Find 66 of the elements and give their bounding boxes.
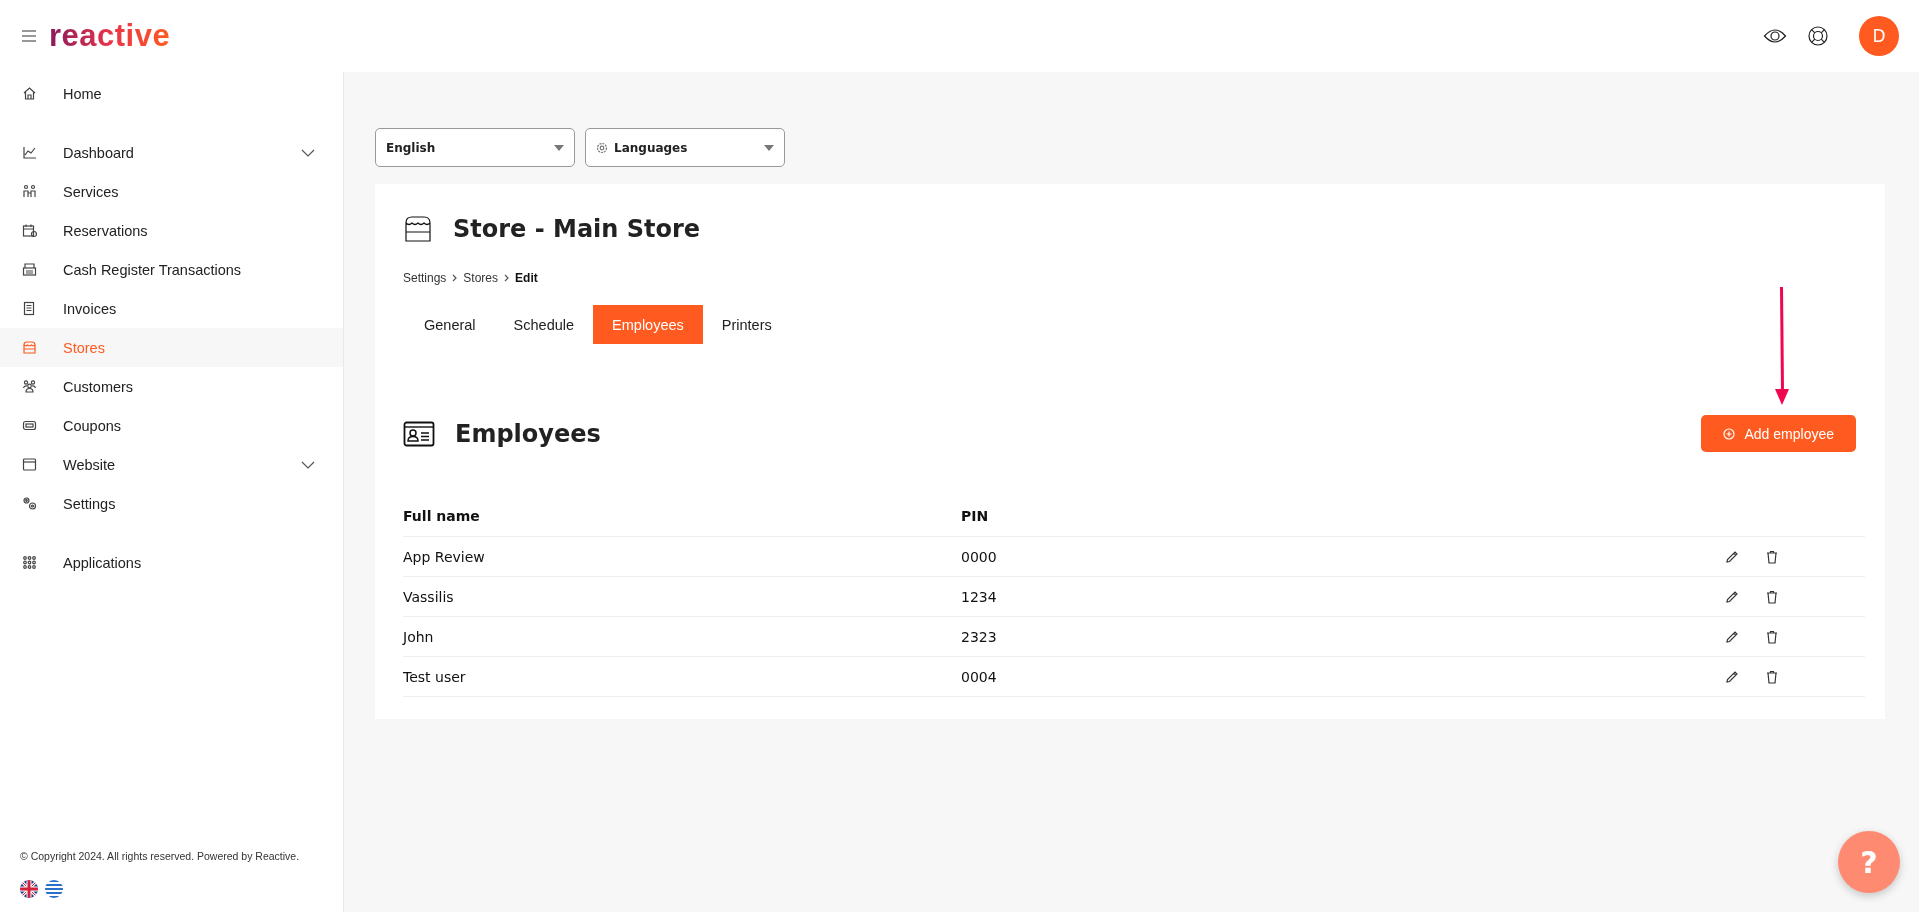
pencil-icon[interactable]: [1725, 589, 1739, 604]
column-header: PIN: [961, 508, 990, 524]
eye-icon[interactable]: [1763, 27, 1787, 45]
calendar-icon: [22, 223, 37, 238]
sidebar-item[interactable]: Reservations: [0, 211, 343, 250]
dropdown[interactable]: English: [375, 128, 575, 167]
plus-circle-icon: [1723, 427, 1736, 440]
greece-flag-icon[interactable]: [45, 880, 63, 898]
page-title: Store - Main Store: [453, 215, 701, 243]
table-cell-text: 0000: [961, 548, 998, 565]
store-icon: [403, 214, 433, 244]
sidebar-item[interactable]: Dashboard: [0, 133, 343, 172]
chevron-down-icon: [301, 460, 315, 469]
table-cell-text: 1234: [961, 588, 998, 605]
gear-icon: [596, 141, 608, 154]
trash-icon[interactable]: [1766, 589, 1778, 604]
trash-icon[interactable]: [1766, 549, 1778, 564]
table-cell-text: App Review: [403, 548, 486, 565]
column-header: Full name: [403, 508, 481, 524]
tab[interactable]: Printers: [702, 305, 791, 344]
sidebar-item[interactable]: Services: [0, 172, 343, 211]
copyright-text: © Copyright 2024. All rights reserved. Powered by Reactive.: [20, 850, 301, 862]
caret-down-icon: [764, 144, 774, 151]
people-icon: [22, 184, 37, 199]
table-cell-text: Vassilis: [403, 588, 455, 605]
ticket-icon: [22, 418, 37, 433]
tab[interactable]: General: [405, 305, 495, 344]
sidebar-item[interactable]: Invoices: [0, 289, 343, 328]
pencil-icon[interactable]: [1725, 669, 1739, 684]
section-title: Employees: [455, 419, 602, 448]
tab[interactable]: Schedule: [494, 305, 594, 344]
grid-icon: [22, 555, 37, 570]
sidebar-item[interactable]: Applications: [0, 543, 343, 582]
pencil-icon[interactable]: [1725, 629, 1739, 644]
menu-icon[interactable]: [21, 29, 37, 43]
chevron-right-icon: [452, 274, 458, 282]
sidebar-item[interactable]: Settings: [0, 484, 343, 523]
trash-icon[interactable]: [1766, 629, 1778, 644]
register-icon: [22, 262, 37, 277]
sidebar-item[interactable]: Home: [0, 74, 343, 113]
sidebar-item[interactable]: Coupons: [0, 406, 343, 445]
help-icon[interactable]: [1807, 25, 1829, 47]
store-icon: [22, 340, 37, 355]
breadcrumb-link[interactable]: Stores: [463, 271, 499, 285]
chart-icon: [22, 145, 37, 160]
home-icon: [22, 86, 37, 101]
chevron-down-icon: [301, 148, 315, 157]
table-cell-text: 0004: [961, 668, 998, 685]
id-card-icon: [403, 420, 435, 447]
table-cell-text: John: [403, 628, 435, 645]
trash-icon[interactable]: [1766, 669, 1778, 684]
pencil-icon[interactable]: [1725, 549, 1739, 564]
sidebar-item[interactable]: Cash Register Transactions: [0, 250, 343, 289]
document-icon: [22, 301, 37, 316]
caret-down-icon: [554, 144, 564, 151]
uk-flag-icon[interactable]: [20, 880, 38, 898]
sidebar-item[interactable]: Customers: [0, 367, 343, 406]
sidebar-item[interactable]: Website: [0, 445, 343, 484]
table-cell-text: Test user: [403, 668, 467, 685]
window-icon: [22, 457, 37, 472]
table-cell-text: 2323: [961, 628, 998, 645]
gears-icon: [22, 496, 37, 511]
chevron-right-icon: [504, 274, 510, 282]
people-icon: [22, 379, 37, 394]
dropdown[interactable]: Languages: [585, 128, 785, 167]
breadcrumb-link[interactable]: Settings: [403, 271, 447, 285]
